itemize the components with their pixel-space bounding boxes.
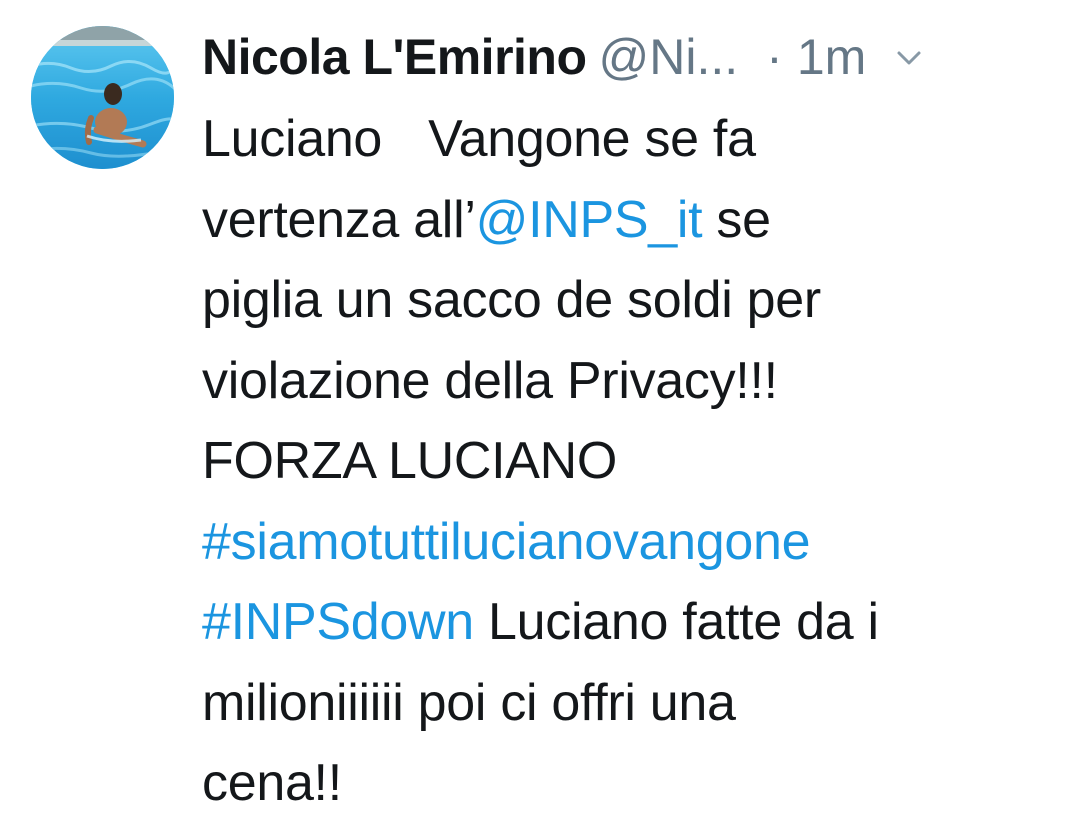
tweet-line-2: vertenza all’@INPS_it se <box>202 180 1062 261</box>
tweet-line-7: #INPSdown Luciano fatte da i <box>202 582 1062 663</box>
tweet-line-6: #siamotuttilucianovangone <box>202 502 1062 583</box>
tweet-line-9: cena!! <box>202 754 342 812</box>
tweet[interactable]: Nicola L'Emirino @Ni... · 1m Luciano Vang… <box>0 0 1080 824</box>
separator-dot: · <box>766 29 783 85</box>
text-segment: Luciano fatte da i <box>473 593 879 651</box>
display-name[interactable]: Nicola L'Emirino <box>202 22 587 92</box>
text-segment: se <box>702 190 771 249</box>
mention-link[interactable]: @INPS_it <box>476 191 703 249</box>
tweet-line-8: milioniiiiii poi ci offri una <box>202 673 736 732</box>
text-segment: vertenza all’ <box>202 190 476 249</box>
tweet-line-1: Luciano Vangone se fa <box>202 99 1062 180</box>
tweet-line-3: piglia un sacco de soldi per <box>202 271 821 329</box>
tweet-line-4: violazione della Privacy!!! <box>202 351 778 410</box>
hashtag-link[interactable]: #siamotuttilucianovangone <box>202 513 811 571</box>
timestamp[interactable]: 1m <box>797 22 866 92</box>
avatar[interactable] <box>31 26 174 169</box>
tweet-line-5: FORZA LUCIANO <box>202 432 618 490</box>
tweet-header: Nicola L'Emirino @Ni... · 1m <box>202 22 1052 92</box>
user-handle[interactable]: @Ni... <box>599 22 739 92</box>
hashtag-link[interactable]: #INPSdown <box>202 593 474 651</box>
text-segment: Luciano <box>202 110 383 168</box>
text-segment: Vangone se fa <box>428 110 756 168</box>
avatar-swimmer-pool-icon <box>31 26 174 169</box>
tweet-text: Luciano Vangone se fa vertenza all’@INPS_… <box>202 99 1062 824</box>
chevron-down-icon[interactable] <box>894 42 924 72</box>
